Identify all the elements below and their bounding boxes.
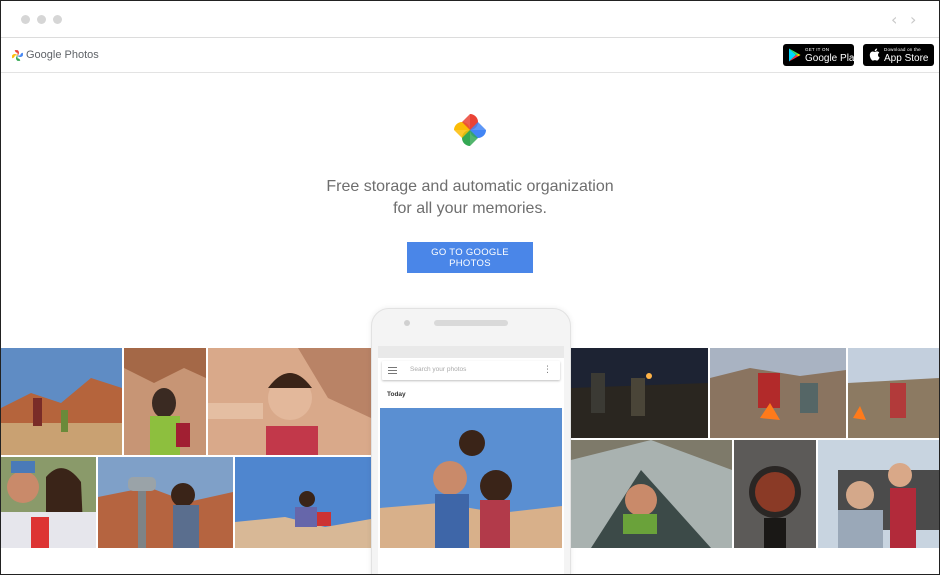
window-close-dot[interactable] (21, 15, 30, 24)
app-store-label: App Store (884, 53, 929, 64)
app-store-small-text: Download on the (884, 47, 921, 52)
photo-woman-rocks (124, 348, 206, 455)
phone-speaker (434, 320, 508, 326)
more-vert-icon[interactable]: ⋮ (543, 365, 552, 375)
phone-camera (404, 320, 410, 326)
photo-child-tent (571, 440, 732, 548)
google-play-label: Google Play (805, 53, 860, 64)
window-titlebar: ‹ › (1, 1, 939, 38)
photo-couple-rocks (235, 457, 371, 548)
forward-arrow-icon[interactable]: › (910, 10, 916, 29)
photo-family-hug (1, 457, 96, 548)
photo-binoculars (98, 457, 233, 548)
window-maximize-dot[interactable] (53, 15, 62, 24)
site-header: Google Photos GET IT ON Google Play Down… (1, 38, 939, 73)
apple-icon (869, 48, 880, 61)
hamburger-menu-icon[interactable] (388, 367, 397, 374)
window-minimize-dot[interactable] (37, 15, 46, 24)
browser-window: ‹ › Google Photos GET IT ON Google Play (0, 0, 940, 575)
google-play-button[interactable]: GET IT ON Google Play (783, 44, 859, 66)
brand-name[interactable]: Google Photos (26, 49, 99, 61)
photo-hikers-canyon (1, 348, 122, 455)
photo-campfire-pan (734, 440, 816, 548)
phone-screen: Search your photos ⋮ Today (378, 346, 564, 574)
photo-campfire-night (571, 348, 708, 438)
back-arrow-icon[interactable]: ‹ (891, 10, 897, 29)
photo-family-selfie-phone (380, 408, 562, 548)
google-photos-logo-icon[interactable] (11, 49, 24, 62)
app-store-button[interactable]: Download on the App Store (863, 44, 934, 66)
tagline-line-2: for all your memories. (393, 200, 547, 217)
photo-boy-selfie (208, 348, 371, 455)
photo-family-camp (710, 348, 846, 438)
go-to-google-photos-button[interactable]: GO TO GOOGLE PHOTOS (407, 242, 533, 273)
google-play-icon (789, 48, 801, 62)
google-photos-pinwheel-icon (454, 114, 486, 146)
google-play-small-text: GET IT ON (805, 47, 830, 52)
tagline-line-1: Free storage and automatic organization (326, 178, 614, 195)
phone-search-bar[interactable]: Search your photos ⋮ (382, 361, 560, 380)
phone-status-bar (378, 346, 564, 358)
phone-mockup: Search your photos ⋮ Today (371, 308, 571, 574)
phone-section-today: Today (387, 391, 406, 398)
phone-search-placeholder: Search your photos (410, 366, 467, 373)
photo-boy-desert (848, 348, 939, 438)
photo-dad-son-car (818, 440, 939, 548)
